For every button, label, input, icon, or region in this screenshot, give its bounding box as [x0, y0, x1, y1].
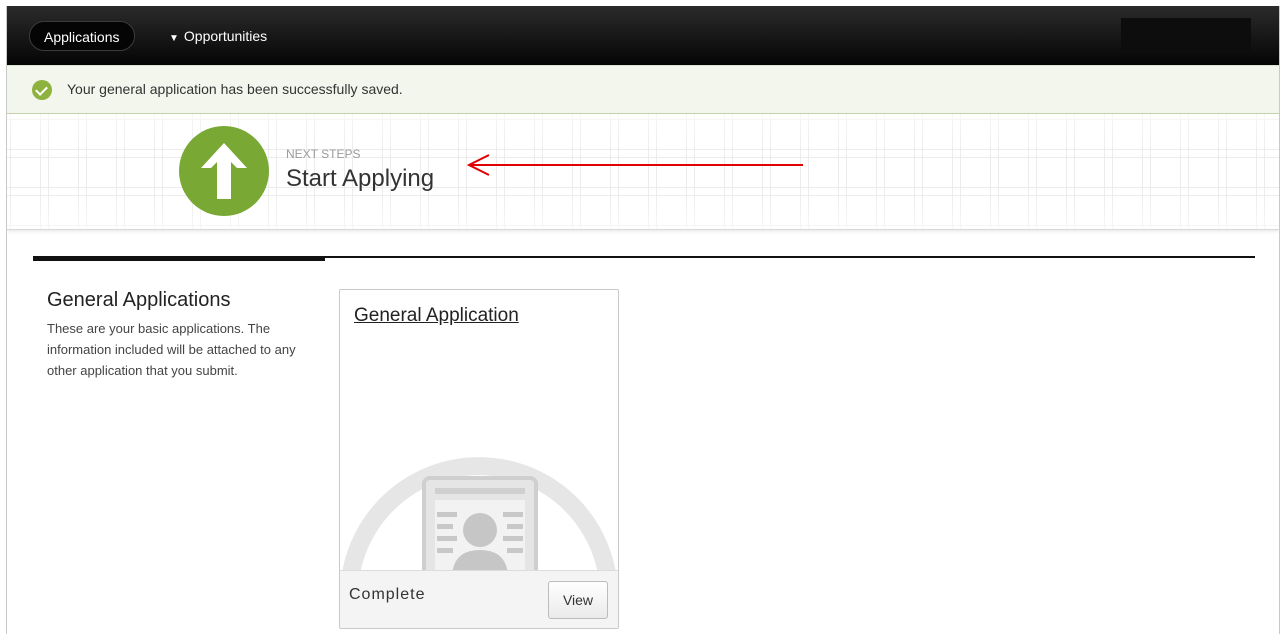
application-card: General Application Complete View [339, 289, 619, 629]
next-steps-kicker: NEXT STEPS [286, 147, 361, 161]
success-alert: Your general application has been succes… [7, 65, 1279, 114]
up-arrow-icon [179, 126, 269, 216]
card-title-link[interactable]: General Application [354, 305, 519, 327]
section-divider-accent [33, 256, 325, 261]
nav-applications-tab[interactable]: Applications [29, 21, 135, 51]
section-title: General Applications [47, 289, 231, 311]
nav-opportunities-label: Opportunities [183, 28, 268, 44]
card-footer: Complete View [340, 570, 618, 628]
view-button[interactable]: View [548, 581, 608, 619]
section-description: These are your basic applications. The i… [47, 321, 296, 378]
user-account-area[interactable] [1121, 18, 1251, 50]
next-steps-title[interactable]: Start Applying [286, 165, 434, 193]
red-annotation-arrow-icon [466, 154, 803, 176]
app-window: Applications ▼ Opportunities Your general… [6, 6, 1280, 634]
nav-opportunities-dropdown[interactable]: ▼ Opportunities [169, 21, 267, 51]
top-navigation-bar: Applications ▼ Opportunities [7, 6, 1279, 65]
application-status: Complete [349, 586, 426, 603]
check-circle-icon [32, 80, 52, 100]
caret-down-icon: ▼ [169, 33, 179, 44]
profile-document-icon [340, 450, 618, 590]
alert-message: Your general application has been succes… [67, 81, 403, 97]
